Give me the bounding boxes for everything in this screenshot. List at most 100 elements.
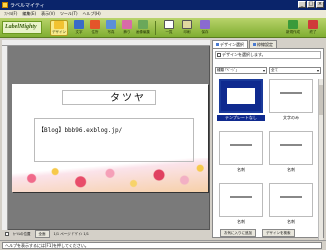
print-button-label: 印刷 [183, 30, 191, 34]
side-tabs: デザイン選択 枠線設定 [212, 40, 324, 48]
decoration-button-label: 飾り [123, 30, 131, 34]
template-item[interactable]: テンプレートなし [217, 79, 265, 125]
template-thumbnail[interactable] [219, 183, 263, 217]
horizontal-ruler [2, 40, 210, 46]
window-title: ラベルマイティ [10, 2, 45, 9]
design-panel: デザインを選択します。 種類 ｢ﾍﾟｰｼﾞ」 全て テンプレートなし 文字のみ … [212, 48, 324, 250]
exit-icon [308, 20, 318, 29]
cursor-position-checkbox[interactable] [5, 232, 9, 236]
tab-design-select-label: デザイン選択 [220, 42, 244, 47]
title-bar: ラベルマイティ _ □ × [0, 0, 326, 10]
template-caption: 名刺 [287, 167, 295, 172]
photo-button-label: 写真 [107, 30, 115, 34]
photo-icon [106, 20, 116, 29]
print-icon [182, 20, 192, 29]
close-button[interactable]: × [316, 1, 324, 8]
design-hint: デザインを選択します。 [215, 51, 321, 59]
list-icon [164, 20, 174, 29]
editor-status-bar: ｶｰｿﾙの位置 全面 1/1 ページ ﾃﾞｻﾞｲﾝ 1/1 [2, 230, 210, 238]
status-bar: ヘルプを表示するには[F1]を押してください。 [0, 240, 326, 250]
template-scrollbar[interactable] [318, 79, 323, 250]
card-name-text[interactable]: タツヤ [110, 89, 146, 104]
menu-file[interactable]: ﾌｧｲﾙ(F) [4, 11, 17, 17]
design-select-icon [216, 43, 219, 46]
save-button[interactable]: 保存 [196, 20, 214, 36]
template-thumbnail[interactable] [219, 79, 263, 113]
template-item[interactable]: 名刺 [217, 131, 265, 177]
print-button[interactable]: 印刷 [178, 20, 196, 36]
text-icon [74, 20, 84, 29]
template-item[interactable]: 名刺 [267, 131, 315, 177]
vertical-ruler [2, 46, 8, 230]
template-thumbnail[interactable] [269, 131, 313, 165]
list-button-label: 一覧 [165, 30, 173, 34]
template-caption: テンプレートなし [217, 115, 265, 121]
tab-design-select[interactable]: デザイン選択 [212, 40, 248, 48]
design-filters: 種類 ｢ﾍﾟｰｼﾞ」 全て [215, 67, 321, 75]
thumbnail-text-line [280, 92, 302, 94]
thumbnail-text-line [230, 144, 252, 146]
new-button[interactable]: 新規作成 [284, 20, 302, 36]
panel-footer: お気に入りに追加 デザインを検索 [212, 228, 324, 238]
tab-frame-settings-label: 枠線設定 [257, 42, 273, 47]
exit-button[interactable]: 終了 [304, 20, 322, 36]
list-button[interactable]: 一覧 [160, 20, 178, 36]
template-thumbnail[interactable] [219, 131, 263, 165]
decoration-icon [122, 20, 132, 29]
save-icon [200, 20, 210, 29]
template-item[interactable]: 文字のみ [267, 79, 315, 125]
business-card[interactable]: タツヤ 【Blog】bbb96.exblog.jp/ [12, 84, 208, 192]
thumbnail-text-line [280, 196, 302, 198]
menu-bar: ﾌｧｲﾙ(F) 編集(E) 表示(V) ツール(T) ヘルプ(H) [0, 10, 326, 18]
minimize-button[interactable]: _ [298, 1, 306, 8]
card-url-text[interactable]: 【Blog】bbb96.exblog.jp/ [38, 125, 122, 134]
image-edit-button-label: 画像編集 [136, 30, 150, 34]
template-thumbnail[interactable] [269, 183, 313, 217]
template-grid: テンプレートなし 文字のみ 名刺 名刺 名刺 名刺 [217, 79, 317, 250]
template-caption: 名刺 [237, 167, 245, 172]
scrollbar-thumb[interactable] [319, 85, 323, 115]
template-item[interactable]: 名刺 [217, 183, 265, 229]
status-text: ヘルプを表示するには[F1]を押してください。 [2, 242, 322, 249]
new-button-label: 新規作成 [286, 30, 300, 34]
template-caption: 文字のみ [283, 115, 299, 120]
menu-edit[interactable]: 編集(E) [22, 11, 36, 17]
text-button-label: 文字 [75, 30, 83, 34]
maximize-button[interactable]: □ [307, 1, 315, 8]
subcategory-select[interactable]: 全て [269, 67, 321, 74]
menu-view[interactable]: 表示(V) [41, 11, 55, 17]
frame-settings-icon [253, 43, 256, 46]
app-logo: LabelMighty [2, 21, 42, 34]
category-select[interactable]: 種類 ｢ﾍﾟｰｼﾞ」 [215, 67, 267, 74]
page-info: 1/1 ページ ﾃﾞｻﾞｲﾝ 1/1 [53, 231, 90, 236]
toolbar-separator [155, 21, 156, 35]
menu-tools[interactable]: ツール(T) [60, 11, 78, 17]
menu-help[interactable]: ヘルプ(H) [83, 11, 101, 17]
template-caption: 名刺 [287, 219, 295, 224]
add-favorite-button[interactable]: お気に入りに追加 [220, 229, 256, 237]
template-caption: 名刺 [237, 219, 245, 224]
zoom-select[interactable]: 全面 [34, 230, 50, 238]
app-icon [2, 2, 8, 8]
search-design-button[interactable]: デザインを検索 [262, 229, 295, 237]
design-hint-text: デザインを選択します。 [222, 52, 266, 57]
exit-button-label: 終了 [309, 30, 317, 34]
template-item[interactable]: 名刺 [267, 183, 315, 229]
address-icon [90, 20, 100, 29]
save-button-label: 保存 [201, 30, 209, 34]
tab-frame-settings[interactable]: 枠線設定 [249, 40, 277, 48]
template-thumbnail[interactable] [269, 79, 313, 113]
design-button[interactable]: デザイン [50, 20, 68, 36]
hint-checkbox[interactable] [217, 53, 221, 57]
thumbnail-text-line [280, 144, 302, 146]
cursor-position-label: ｶｰｿﾙの位置 [13, 231, 31, 236]
thumbnail-text-line [230, 196, 252, 198]
flower-decoration [12, 158, 208, 192]
design-icon [54, 21, 64, 29]
address-button-label: 住所 [91, 30, 99, 34]
image-edit-icon [138, 20, 148, 29]
image-edit-button[interactable]: 画像編集 [134, 20, 152, 36]
main-toolbar: LabelMighty デザイン 文字 住所 写真 飾り 画像編集 一覧 印刷 … [0, 18, 326, 38]
design-button-label: デザイン [52, 30, 66, 34]
new-icon [288, 20, 298, 29]
